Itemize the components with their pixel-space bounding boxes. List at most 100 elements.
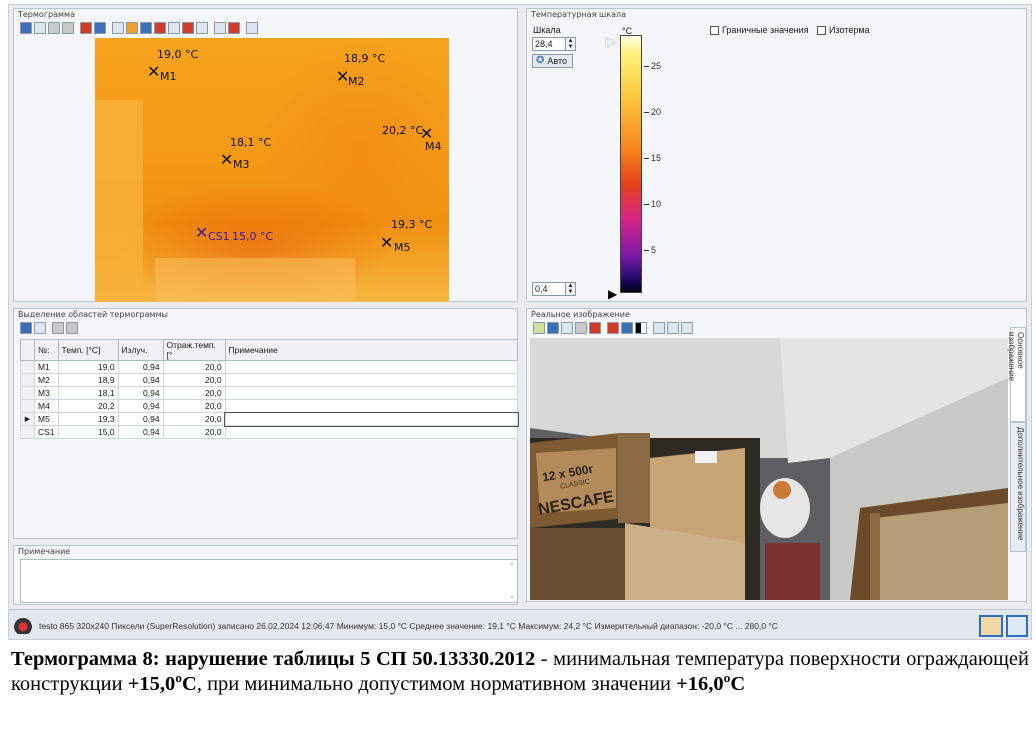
table-cell-temp[interactable]: 18,1 (57, 386, 119, 400)
table-cell-emis[interactable]: 0,94 (117, 360, 164, 374)
table-cell-temp[interactable]: 19,3 (57, 412, 119, 426)
zoom-out-icon[interactable] (667, 321, 679, 334)
table-cell-id[interactable]: M1 (34, 360, 59, 374)
table-cell-emis[interactable]: 0,94 (117, 373, 164, 387)
table-row[interactable]: ▶ M5 19,3 0,94 20,0 (20, 411, 519, 427)
row-selector[interactable] (20, 360, 35, 374)
zoom-in-icon[interactable] (653, 321, 665, 334)
table-cell-refl[interactable]: 20,0 (162, 412, 226, 426)
table-row[interactable]: M1 19,0 0,94 20,0 (20, 360, 519, 374)
row-selector[interactable]: ▶ (20, 412, 35, 426)
no-entry-icon[interactable] (168, 21, 180, 34)
cold-spot-icon[interactable] (140, 21, 152, 34)
table-cell-emis[interactable]: 0,94 (117, 425, 164, 439)
thermogram-image[interactable]: 19,0 °C ✕ M1 18,9 °C ✕ M2 20,2 °C ✕ M4 1… (95, 38, 449, 302)
real-photo[interactable]: 12 x 500г CLASSIC NESCAFE (530, 338, 1008, 600)
row-selector[interactable] (20, 399, 35, 413)
table-row[interactable]: M2 18,9 0,94 20,0 (20, 373, 519, 387)
delete-icon[interactable] (589, 321, 601, 334)
export-icon[interactable] (48, 21, 60, 34)
note-textarea[interactable]: ⌃ ⌄ (20, 559, 518, 603)
min-slider-handle-icon[interactable]: ▶ (608, 287, 617, 301)
point-icon[interactable] (154, 21, 166, 34)
table-cell-emis[interactable]: 0,94 (117, 412, 164, 426)
grid-icon[interactable] (246, 21, 258, 34)
row-selector[interactable] (20, 425, 35, 439)
layout-view-2-icon[interactable] (1006, 615, 1028, 637)
tab-extra-image[interactable]: Дополнительное изображение (1010, 422, 1026, 552)
table-cell-id[interactable]: M5 (34, 412, 59, 426)
column-header[interactable]: Темп. [°C] (57, 339, 119, 361)
auto-button[interactable]: ✪ Авто (532, 54, 574, 68)
table-cell-note[interactable] (224, 360, 519, 374)
row-selector[interactable] (20, 373, 35, 387)
table-cell-refl[interactable]: 20,0 (162, 386, 226, 400)
copy-icon[interactable] (561, 321, 573, 334)
column-header[interactable]: Примечание (224, 339, 519, 361)
table-row[interactable]: CS1 15,0 0,94 20,0 (20, 425, 519, 439)
save-icon[interactable] (547, 321, 559, 334)
column-header[interactable]: Излуч. (117, 339, 164, 361)
marker-temp: 18,9 °C (344, 52, 386, 65)
column-header[interactable]: Отраж.темп. [° (162, 339, 226, 361)
table-cell-refl[interactable]: 20,0 (162, 373, 226, 387)
table-cell-id[interactable]: M2 (34, 373, 59, 387)
table-cell-temp[interactable]: 20,2 (57, 399, 119, 413)
settings-icon[interactable] (66, 321, 78, 334)
marker-area-icon[interactable] (621, 321, 633, 334)
tab-main-image[interactable]: Основное изображение (1007, 327, 1026, 422)
table-cell-note[interactable] (224, 411, 519, 427)
table-cell-temp[interactable]: 18,9 (57, 373, 119, 387)
delete-icon[interactable] (228, 21, 240, 34)
marker-point-icon[interactable] (607, 321, 619, 334)
save-icon[interactable] (20, 21, 32, 34)
max-slider-handle-icon[interactable]: ▷ (606, 33, 617, 50)
limit-values-checkbox[interactable]: Граничные значения (710, 25, 808, 35)
table-cell-note[interactable] (224, 386, 519, 400)
table-cell-id[interactable]: M3 (34, 386, 59, 400)
table-cell-refl[interactable]: 20,0 (162, 360, 226, 374)
histogram-icon[interactable] (182, 21, 194, 34)
scale-max-input[interactable]: 28,4 ▲ ▼ (532, 37, 576, 51)
print-icon[interactable] (62, 21, 74, 34)
table-cell-refl[interactable]: 20,0 (162, 399, 226, 413)
table-cell-id[interactable]: M4 (34, 399, 59, 413)
table-cell-temp[interactable]: 15,0 (57, 425, 119, 439)
marker-area-icon[interactable] (94, 21, 106, 34)
scroll-down-icon[interactable]: ⌄ (509, 592, 515, 600)
delete-region-icon[interactable] (52, 321, 64, 334)
table-cell-id[interactable]: CS1 (34, 425, 59, 439)
spinner-arrows-icon[interactable]: ▲ ▼ (565, 38, 575, 50)
scale-min-input[interactable]: 0,4 ▲ ▼ (532, 282, 576, 296)
checkbox-box[interactable] (817, 25, 826, 35)
table-cell-note[interactable] (224, 373, 519, 387)
open-icon[interactable] (533, 321, 545, 334)
layout-view-1-icon[interactable] (979, 615, 1003, 637)
save-icon[interactable] (20, 321, 32, 334)
table-cell-emis[interactable]: 0,94 (117, 386, 164, 400)
scroll-up-icon[interactable]: ⌃ (509, 562, 515, 570)
row-selector[interactable] (20, 386, 35, 400)
copy-icon[interactable] (34, 321, 46, 334)
export-icon[interactable] (575, 321, 587, 334)
table-row[interactable]: M3 18,1 0,94 20,0 (20, 386, 519, 400)
zoom-fit-icon[interactable] (681, 321, 693, 334)
spinner-arrows-icon[interactable]: ▲ ▼ (565, 283, 575, 295)
hot-spot-icon[interactable] (126, 21, 138, 34)
profile-line-icon[interactable] (196, 21, 208, 34)
table-cell-note[interactable] (224, 425, 519, 439)
table-cell-note[interactable] (224, 399, 519, 413)
regions-table[interactable]: №: Темп. [°C] Излуч. Отраж.темп. [° Прим… (20, 339, 519, 439)
selection-icon[interactable] (214, 21, 226, 34)
column-header[interactable]: №: (34, 339, 59, 361)
isotherm-checkbox[interactable]: Изотерма (817, 25, 870, 35)
contrast-icon[interactable] (635, 321, 647, 334)
checkbox-box[interactable] (710, 25, 719, 35)
table-cell-emis[interactable]: 0,94 (117, 399, 164, 413)
table-cell-temp[interactable]: 19,0 (57, 360, 119, 374)
copy-icon[interactable] (34, 21, 46, 34)
table-cell-refl[interactable]: 20,0 (162, 425, 226, 439)
thermometer-icon[interactable] (112, 21, 124, 34)
marker-point-icon[interactable] (80, 21, 92, 34)
table-row[interactable]: M4 20,2 0,94 20,0 (20, 399, 519, 413)
